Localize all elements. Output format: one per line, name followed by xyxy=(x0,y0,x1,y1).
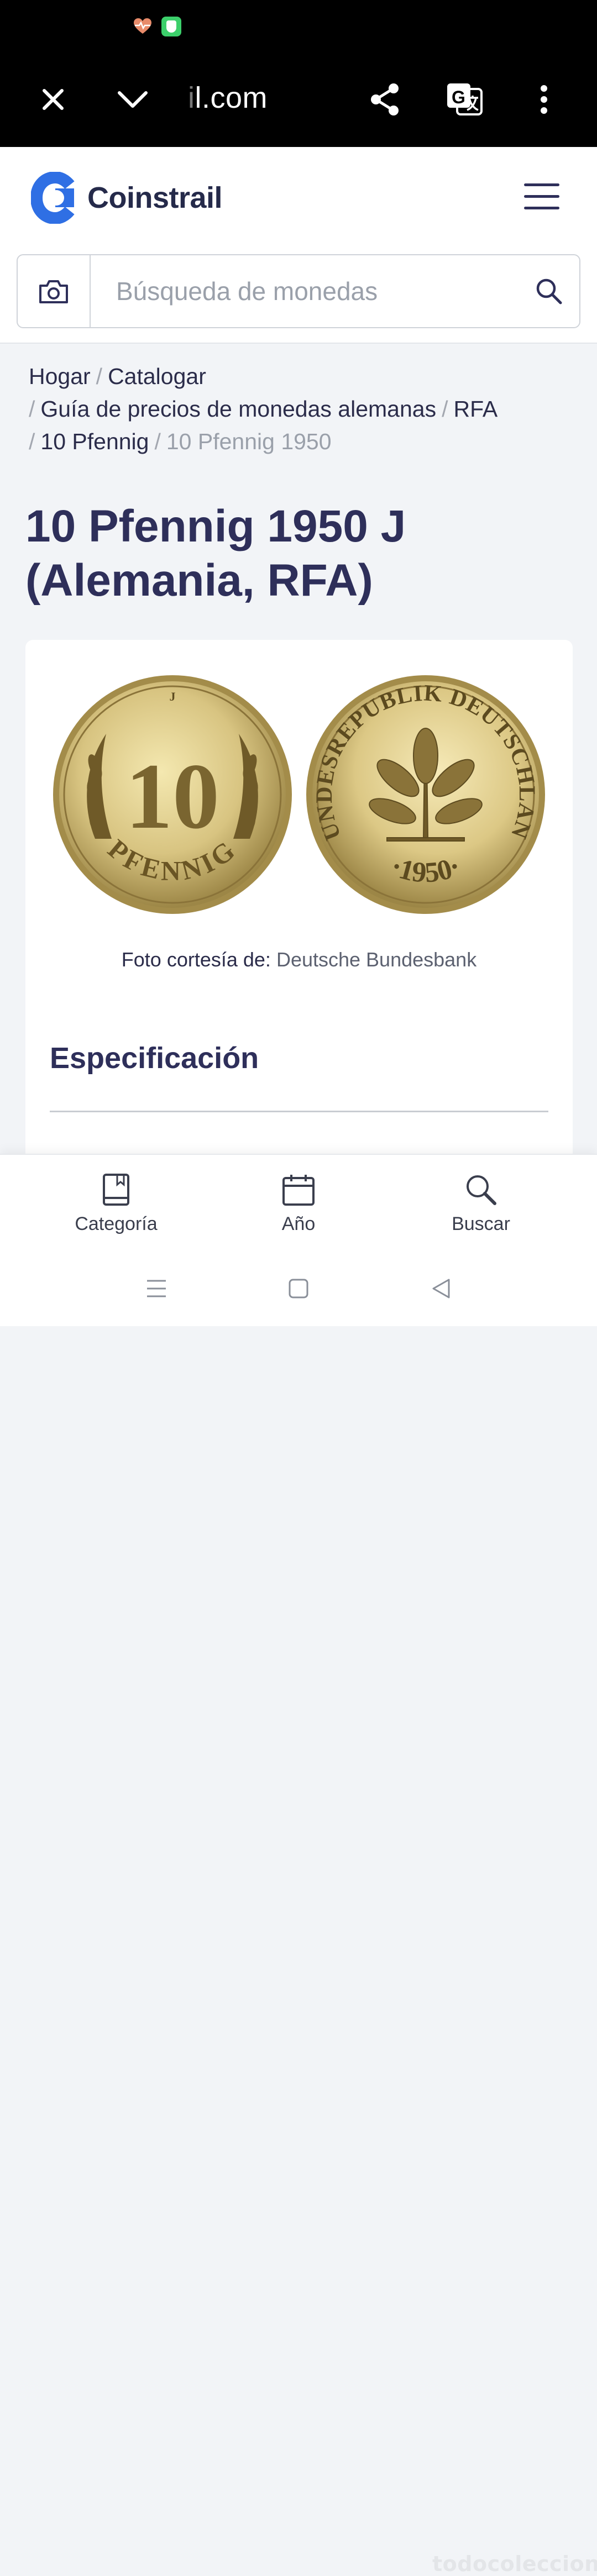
search-icon xyxy=(467,1175,496,1205)
home-button[interactable] xyxy=(287,1278,310,1300)
breadcrumb-separator: / xyxy=(29,396,35,422)
brand-name: Coinstrail xyxy=(87,181,223,214)
search-icon xyxy=(536,278,562,304)
nav-categoria-label: Categoría xyxy=(75,1213,158,1234)
coin-value: 10 xyxy=(125,744,219,848)
hamburger-menu-button[interactable] xyxy=(524,183,559,213)
menu-line xyxy=(524,183,559,186)
photo-credit-source: Deutsche Bundesbank xyxy=(276,948,477,971)
breadcrumb-separator: / xyxy=(96,364,103,389)
book-icon xyxy=(103,1174,129,1206)
site-logo[interactable]: Coinstrail xyxy=(31,172,223,224)
divider xyxy=(50,1111,548,1112)
share-button[interactable] xyxy=(365,80,405,119)
url-faded-part: i xyxy=(188,81,195,114)
breadcrumb-item-10-pfennig[interactable]: 10 Pfennig xyxy=(40,429,149,454)
coin-obverse-image[interactable]: J 10 PFENNIG xyxy=(51,673,294,916)
breadcrumb-separator: / xyxy=(29,429,35,454)
close-icon xyxy=(43,89,64,110)
coin-reverse-image[interactable]: BUNDESREPUBLIK DEUTSCHLAND ·1950· xyxy=(304,673,547,916)
breadcrumb-item-catalogar[interactable]: Catalogar xyxy=(108,364,206,389)
site-header: Coinstrail Búsqueda de monedas xyxy=(0,147,597,344)
watermark: todocoleccion xyxy=(432,2552,597,2576)
minimize-button[interactable] xyxy=(113,80,153,119)
nav-buscar-label: Buscar xyxy=(452,1213,510,1234)
share-icon xyxy=(371,83,399,115)
breadcrumb-item-hogar[interactable]: Hogar xyxy=(29,364,91,389)
status-bar xyxy=(0,0,597,53)
close-tab-button[interactable] xyxy=(33,80,73,119)
coinstrail-logo-icon xyxy=(31,172,75,224)
breadcrumb-item-rfa[interactable]: RFA xyxy=(453,396,498,422)
breadcrumb: Hogar / Catalogar / Guía de precios de mone… xyxy=(29,360,576,458)
chevron-down-icon xyxy=(118,91,148,108)
system-navigation-bar: todocoleccion xyxy=(0,1254,597,2576)
recent-apps-button[interactable] xyxy=(145,1278,168,1300)
nav-ano-label: Año xyxy=(281,1213,316,1234)
security-shield-icon xyxy=(161,17,181,36)
health-heart-icon xyxy=(134,18,151,34)
url-visible-part: l.com xyxy=(195,81,268,114)
nav-ano[interactable]: Año xyxy=(238,1173,359,1235)
page-title: 10 Pfennig 1950 J (Alemania, RFA) xyxy=(25,501,406,606)
specification-heading: Especificación xyxy=(50,1042,259,1075)
photo-credit-label: Foto cortesía de: xyxy=(121,948,271,971)
translate-icon: G xyxy=(447,83,483,115)
bottom-navigation: Categoría Año Buscar xyxy=(0,1154,597,1254)
photo-credit: Foto cortesía de: Deutsche Bundesbank xyxy=(25,948,573,971)
more-vert-icon xyxy=(541,85,547,114)
calendar-icon xyxy=(282,1175,315,1206)
back-button[interactable] xyxy=(430,1278,452,1300)
browser-toolbar: il.com G xyxy=(0,53,597,147)
more-options-button[interactable] xyxy=(524,80,564,119)
translate-button[interactable]: G xyxy=(444,80,484,119)
search-bar: Búsqueda de monedas xyxy=(17,254,580,328)
url-text[interactable]: il.com xyxy=(188,81,268,115)
breadcrumb-item-price-guide[interactable]: Guía de precios de monedas alemanas xyxy=(40,396,436,422)
menu-line xyxy=(524,207,559,209)
camera-icon xyxy=(39,280,68,303)
breadcrumb-current: 10 Pfennig 1950 xyxy=(166,429,332,454)
camera-search-button[interactable] xyxy=(18,255,91,327)
breadcrumb-separator: / xyxy=(154,429,161,454)
coin-card: J 10 PFENNIG BUNDESREPUBLIK DEUTSCHLAND … xyxy=(25,640,573,1226)
mint-mark: J xyxy=(170,690,176,703)
nav-buscar[interactable]: Buscar xyxy=(420,1173,542,1235)
search-input[interactable]: Búsqueda de monedas xyxy=(91,255,519,327)
breadcrumb-separator: / xyxy=(442,396,448,422)
menu-line xyxy=(524,195,559,198)
svg-text:G: G xyxy=(452,87,465,107)
search-submit-button[interactable] xyxy=(519,255,579,327)
nav-categoria[interactable]: Categoría xyxy=(55,1173,177,1235)
